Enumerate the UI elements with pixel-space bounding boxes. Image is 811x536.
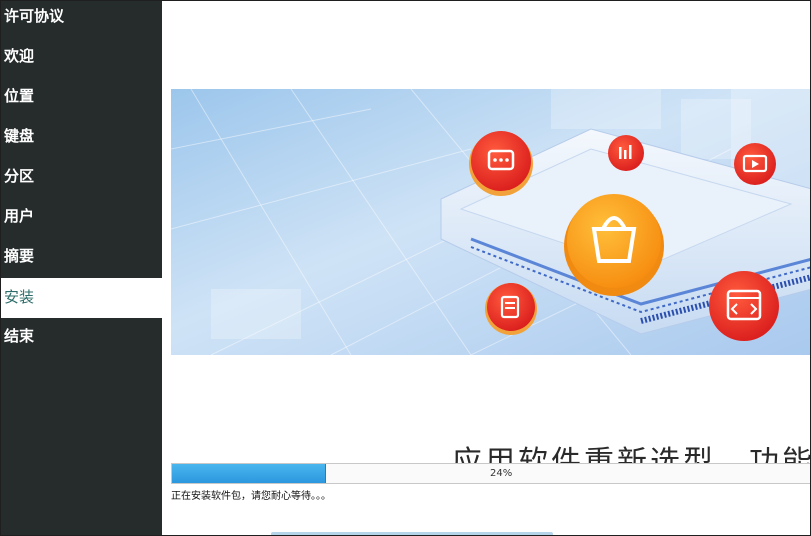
sidebar: 许可协议 欢迎 位置 键盘 分区 用户 摘要 安装 结束	[1, 1, 162, 535]
bottom-strip	[271, 532, 553, 535]
promo-banner	[171, 89, 810, 355]
installer-window: 许可协议 欢迎 位置 键盘 分区 用户 摘要 安装 结束 24% 正在安装软件包…	[0, 0, 811, 536]
sidebar-item-partition[interactable]: 分区	[1, 161, 162, 201]
chart-icon	[608, 135, 644, 171]
sidebar-item-keyboard[interactable]: 键盘	[1, 121, 162, 161]
progress-percent: 24%	[490, 468, 513, 479]
install-progress-bar: 24%	[171, 463, 810, 484]
sidebar-item-summary[interactable]: 摘要	[1, 241, 162, 281]
sidebar-item-users[interactable]: 用户	[1, 201, 162, 241]
code-icon	[709, 271, 779, 341]
install-status-text: 正在安装软件包，请您耐心等待。。。	[171, 491, 331, 502]
sidebar-item-install[interactable]: 安装	[1, 278, 162, 318]
document-icon	[485, 283, 537, 335]
sidebar-item-location[interactable]: 位置	[1, 81, 162, 121]
sidebar-item-welcome[interactable]: 欢迎	[1, 41, 162, 81]
sidebar-item-license[interactable]: 许可协议	[1, 1, 162, 41]
sidebar-item-finish[interactable]: 结束	[1, 321, 162, 361]
video-icon	[734, 143, 776, 185]
